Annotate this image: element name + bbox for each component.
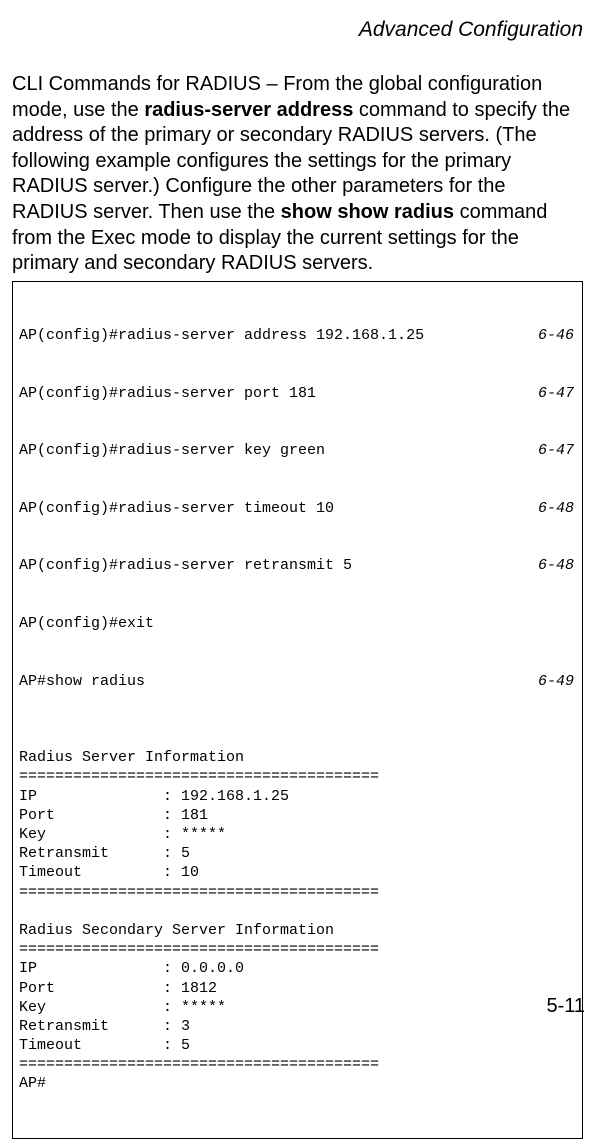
cli-row: AP(config)#radius-server port 181 6-47 — [19, 384, 576, 403]
cli-cmd: AP(config)#radius-server port 181 — [19, 384, 316, 403]
cli-row: AP(config)#radius-server address 192.168… — [19, 326, 576, 345]
cli-cmd: AP(config)#radius-server key green — [19, 441, 325, 460]
cli-exit: AP(config)#exit — [19, 614, 576, 633]
cli-ref: 6-48 — [538, 556, 576, 575]
cli-body: Radius Server Information ==============… — [19, 729, 576, 1094]
cli-row: AP#show radius 6-49 — [19, 672, 576, 691]
cli-ref: 6-47 — [538, 441, 576, 460]
page: Advanced Configuration CLI Commands for … — [0, 0, 605, 1052]
cli-show: AP#show radius — [19, 672, 145, 691]
cli-row: AP(config)#radius-server key green 6-47 — [19, 441, 576, 460]
command-2: show show radius — [281, 201, 454, 223]
cli-output-box: AP(config)#radius-server address 192.168… — [12, 281, 583, 1139]
body-paragraph: CLI Commands for RADIUS – From the globa… — [12, 72, 585, 277]
command-1: radius-server address — [144, 99, 353, 121]
page-number: 5-11 — [546, 995, 585, 1018]
cli-cmd: AP(config)#radius-server retransmit 5 — [19, 556, 352, 575]
page-header: Advanced Configuration — [12, 18, 585, 42]
cli-row: AP(config)#radius-server retransmit 5 6-4… — [19, 556, 576, 575]
cli-cmd: AP(config)#radius-server address 192.168… — [19, 326, 424, 345]
cli-ref: 6-48 — [538, 499, 576, 518]
cli-ref: 6-49 — [538, 672, 576, 691]
cli-ref: 6-47 — [538, 384, 576, 403]
cli-ref: 6-46 — [538, 326, 576, 345]
cli-row: AP(config)#radius-server timeout 10 6-48 — [19, 499, 576, 518]
cli-cmd: AP(config)#radius-server timeout 10 — [19, 499, 334, 518]
